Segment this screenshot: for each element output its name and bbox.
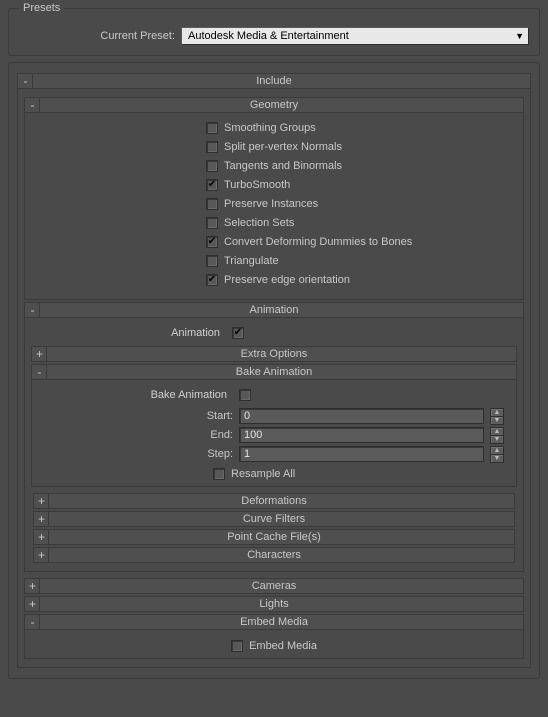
spinner-down-icon: ▼	[490, 435, 504, 444]
geometry-option-label: Convert Deforming Dummies to Bones	[224, 236, 412, 248]
current-preset-dropdown[interactable]: Autodesk Media & Entertainment ▼	[181, 27, 529, 45]
point-cache-header[interactable]: + Point Cache File(s)	[33, 529, 515, 545]
rollout-embed-media: - Embed Media Embed Media	[24, 614, 524, 659]
geometry-option-label: Selection Sets	[224, 217, 294, 229]
rollout-deformations: + Deformations	[33, 493, 515, 509]
geometry-checkbox-2[interactable]	[206, 160, 218, 172]
expand-icon: +	[33, 347, 47, 361]
geometry-option-row: Preserve Instances	[31, 198, 517, 210]
geometry-checkbox-0[interactable]	[206, 122, 218, 134]
rollout-curve-filters: + Curve Filters	[33, 511, 515, 527]
animation-checkbox[interactable]	[232, 327, 244, 339]
step-input[interactable]: 1	[239, 446, 484, 462]
embed-media-label: Embed Media	[249, 640, 317, 652]
curve-filters-header[interactable]: + Curve Filters	[33, 511, 515, 527]
bake-animation-checkbox[interactable]	[239, 389, 251, 401]
characters-header[interactable]: + Characters	[33, 547, 515, 563]
resample-all-checkbox[interactable]	[213, 468, 225, 480]
cameras-header[interactable]: + Cameras	[24, 578, 524, 594]
expand-icon: +	[35, 548, 49, 562]
geometry-option-row: Split per-vertex Normals	[31, 141, 517, 153]
geometry-option-row: Selection Sets	[31, 217, 517, 229]
geometry-checkbox-7[interactable]	[206, 255, 218, 267]
expand-icon: +	[26, 597, 40, 611]
geometry-option-label: Tangents and Binormals	[224, 160, 342, 172]
rollout-geometry: - Geometry Smoothing Groups Split per-ver…	[24, 97, 524, 300]
chevron-down-icon: ▼	[515, 31, 524, 41]
collapse-icon: -	[26, 303, 40, 317]
presets-group: Presets Current Preset: Autodesk Media &…	[8, 8, 540, 56]
embed-media-header[interactable]: - Embed Media	[24, 614, 524, 630]
geometry-body: Smoothing Groups Split per-vertex Normals…	[24, 113, 524, 300]
geometry-option-label: Preserve edge orientation	[224, 274, 350, 286]
rollout-bake-animation: - Bake Animation Bake Animation Start: 0	[31, 364, 517, 487]
extra-options-header[interactable]: + Extra Options	[31, 346, 517, 362]
current-preset-label: Current Preset:	[15, 30, 175, 42]
include-header[interactable]: - Include	[17, 73, 531, 89]
presets-label: Presets	[19, 2, 64, 14]
collapse-icon: -	[26, 615, 40, 629]
animation-checkbox-label: Animation	[31, 327, 226, 339]
geometry-checkbox-6[interactable]	[206, 236, 218, 248]
rollout-include: - Include - Geometry Smoothing Groups Spl…	[17, 73, 531, 668]
geometry-option-label: Smoothing Groups	[224, 122, 316, 134]
geometry-header[interactable]: - Geometry	[24, 97, 524, 113]
lights-header[interactable]: + Lights	[24, 596, 524, 612]
collapse-icon: -	[26, 98, 40, 112]
current-preset-value: Autodesk Media & Entertainment	[188, 30, 349, 42]
geometry-checkbox-1[interactable]	[206, 141, 218, 153]
geometry-option-row: Preserve edge orientation	[31, 274, 517, 286]
collapse-icon: -	[19, 74, 33, 88]
geometry-option-row: Triangulate	[31, 255, 517, 267]
geometry-option-row: TurboSmooth	[31, 179, 517, 191]
end-spinner[interactable]: ▲▼	[490, 427, 504, 443]
include-container: - Include - Geometry Smoothing Groups Spl…	[8, 62, 540, 679]
expand-icon: +	[35, 512, 49, 526]
geometry-option-row: Tangents and Binormals	[31, 160, 517, 172]
start-input[interactable]: 0	[239, 408, 484, 424]
embed-media-checkbox[interactable]	[231, 640, 243, 652]
collapse-icon: -	[33, 365, 47, 379]
geometry-option-label: Split per-vertex Normals	[224, 141, 342, 153]
geometry-checkbox-4[interactable]	[206, 198, 218, 210]
geometry-option-label: Preserve Instances	[224, 198, 318, 210]
expand-icon: +	[26, 579, 40, 593]
start-label: Start:	[38, 410, 233, 422]
geometry-option-label: TurboSmooth	[224, 179, 290, 191]
geometry-option-label: Triangulate	[224, 255, 279, 267]
geometry-checkbox-8[interactable]	[206, 274, 218, 286]
rollout-cameras: + Cameras	[24, 578, 524, 594]
rollout-lights: + Lights	[24, 596, 524, 612]
spinner-down-icon: ▼	[490, 416, 504, 425]
animation-header[interactable]: - Animation	[24, 302, 524, 318]
spinner-up-icon: ▲	[490, 408, 504, 416]
geometry-option-row: Smoothing Groups	[31, 122, 517, 134]
start-spinner[interactable]: ▲▼	[490, 408, 504, 424]
geometry-option-row: Convert Deforming Dummies to Bones	[31, 236, 517, 248]
rollout-point-cache: + Point Cache File(s)	[33, 529, 515, 545]
geometry-checkbox-3[interactable]	[206, 179, 218, 191]
expand-icon: +	[35, 494, 49, 508]
rollout-animation: - Animation Animation + Extra Options	[24, 302, 524, 572]
geometry-checkbox-5[interactable]	[206, 217, 218, 229]
step-label: Step:	[38, 448, 233, 460]
step-spinner[interactable]: ▲▼	[490, 446, 504, 462]
resample-all-label: Resample All	[231, 468, 295, 480]
spinner-down-icon: ▼	[490, 454, 504, 463]
end-input[interactable]: 100	[239, 427, 484, 443]
rollout-extra-options: + Extra Options	[31, 346, 517, 362]
deformations-header[interactable]: + Deformations	[33, 493, 515, 509]
expand-icon: +	[35, 530, 49, 544]
bake-animation-checkbox-label: Bake Animation	[38, 389, 233, 401]
spinner-up-icon: ▲	[490, 427, 504, 435]
spinner-up-icon: ▲	[490, 446, 504, 454]
rollout-characters: + Characters	[33, 547, 515, 563]
bake-animation-header[interactable]: - Bake Animation	[31, 364, 517, 380]
end-label: End:	[38, 429, 233, 441]
